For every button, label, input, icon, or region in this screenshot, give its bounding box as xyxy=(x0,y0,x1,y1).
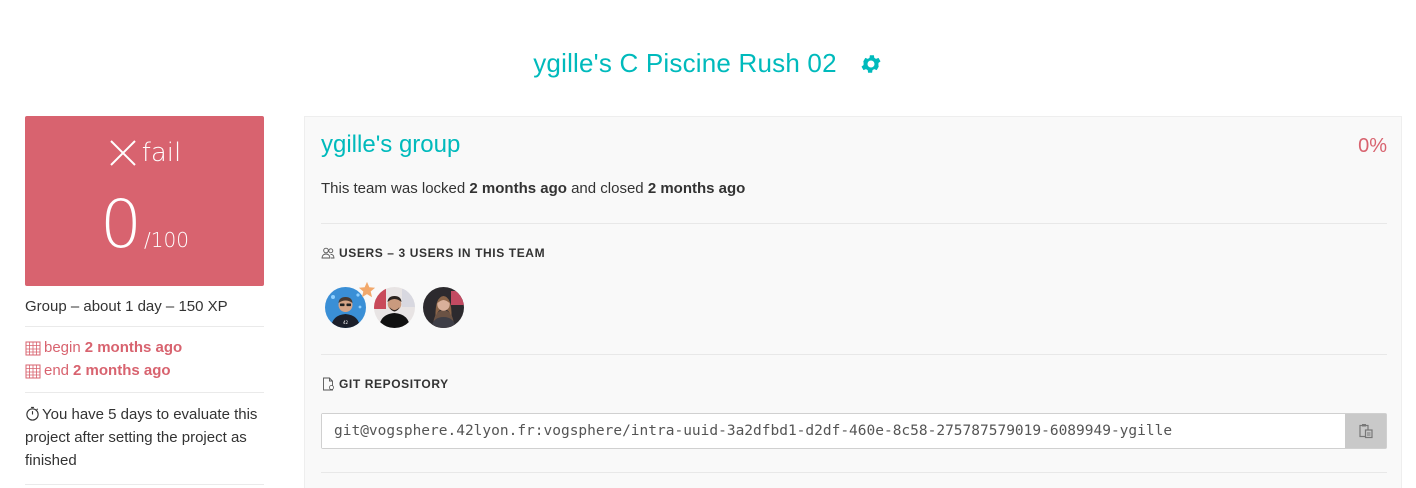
git-repository xyxy=(321,413,1387,449)
svg-text:42: 42 xyxy=(343,320,349,325)
project-info: Group – about 1 day – 150 XP xyxy=(25,286,264,327)
score-value: 0 xyxy=(100,186,143,263)
page-header: ygille's C Piscine Rush 02 xyxy=(0,48,1416,79)
evaluation-note-text: You have 5 days to evaluate this project… xyxy=(25,406,258,469)
close-icon xyxy=(110,140,136,166)
begin-date: begin 2 months ago xyxy=(25,336,264,359)
begin-value: 2 months ago xyxy=(84,339,183,356)
divider xyxy=(321,354,1387,355)
locked-when: 2 months ago xyxy=(469,180,567,197)
project-dates: begin 2 months ago end 2 months ago xyxy=(25,327,264,393)
score-max: /100 xyxy=(144,228,189,252)
team-panel: ygille's group 0% This team was locked 2… xyxy=(304,116,1402,488)
avatar[interactable] xyxy=(423,287,464,328)
end-value: 2 months ago xyxy=(73,362,171,379)
calendar-icon xyxy=(25,364,41,378)
end-label: end xyxy=(44,362,70,379)
gear-icon[interactable] xyxy=(859,52,883,76)
end-date: end 2 months ago xyxy=(25,359,264,382)
status-label: fail xyxy=(141,138,182,168)
closed-when: 2 months ago xyxy=(647,180,746,197)
git-section-label: GIT REPOSITORY xyxy=(339,377,449,391)
evaluation-note: You have 5 days to evaluate this project… xyxy=(25,393,264,485)
avatar[interactable] xyxy=(374,287,415,328)
team-leader: 42 xyxy=(325,281,376,328)
clipboard-icon xyxy=(1358,424,1373,439)
users-icon xyxy=(321,247,335,259)
divider xyxy=(321,223,1387,224)
users-section-label: USERS – 3 USERS IN THIS TEAM xyxy=(339,246,546,260)
copy-button[interactable] xyxy=(1345,414,1386,448)
lock-prefix: This team was locked xyxy=(321,180,466,197)
file-icon xyxy=(323,377,334,391)
team-lock-status: This team was locked 2 months ago and cl… xyxy=(321,180,745,197)
final-mark: 0 /100 xyxy=(25,192,264,258)
score-card: fail 0 /100 xyxy=(25,116,264,286)
team-members: 42 xyxy=(325,281,472,328)
stopwatch-icon xyxy=(26,406,39,421)
status-badge: fail xyxy=(25,138,264,168)
project-summary: fail 0 /100 Group – about 1 day – 150 XP… xyxy=(25,116,264,485)
star-icon xyxy=(358,281,376,298)
users-section-title: USERS – 3 USERS IN THIS TEAM xyxy=(321,246,545,260)
lock-middle: and closed xyxy=(571,180,644,197)
divider xyxy=(321,472,1387,473)
git-section-title: GIT REPOSITORY xyxy=(321,377,449,391)
team-percent: 0% xyxy=(1358,135,1387,157)
repo-url-input[interactable] xyxy=(322,414,1345,448)
page-title: ygille's C Piscine Rush 02 xyxy=(533,48,837,78)
calendar-icon xyxy=(25,341,41,355)
team-name[interactable]: ygille's group xyxy=(321,131,460,159)
begin-label: begin xyxy=(44,339,81,356)
